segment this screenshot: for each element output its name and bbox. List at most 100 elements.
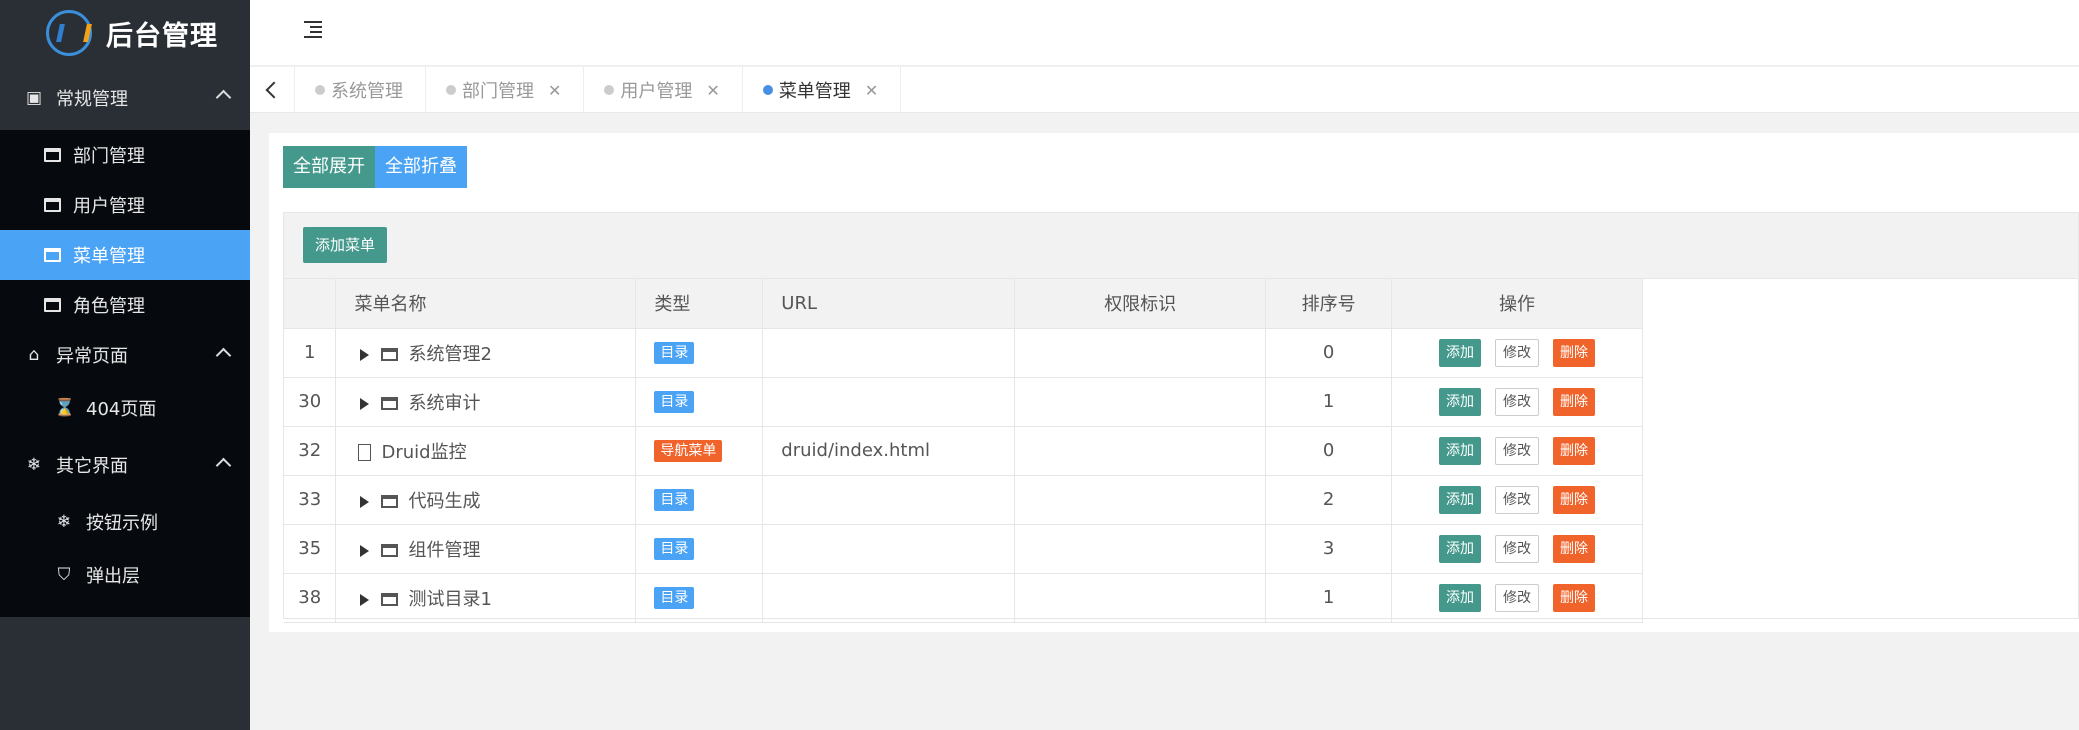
add-menu-button[interactable]: 添加菜单	[303, 227, 388, 263]
expand-arrow-icon[interactable]	[360, 397, 370, 410]
chevron-up-icon	[216, 346, 230, 360]
table-row[interactable]: 30 系统审计 目录 1 添加 修改 删除	[284, 377, 1643, 427]
table-row[interactable]: 1 系统管理2 目录 0 添加 修改 删除	[284, 328, 1643, 378]
menu-tree-table: 菜单名称 类型 URL 权限标识 排序号 操作 1 系统管理2 目录 0 添加 …	[284, 279, 1643, 623]
table-toolbar: 添加菜单	[284, 213, 2078, 279]
menu-table-container: 添加菜单 菜单名称 类型 URL 权限标识 排序号 操作 1 系统管理2 目录	[283, 212, 2079, 623]
expand-arrow-icon[interactable]	[360, 348, 370, 361]
sidebar-item-roles[interactable]: 角色管理	[0, 280, 250, 330]
cell-perm	[1014, 475, 1267, 525]
col-perm: 权限标识	[1014, 279, 1267, 329]
edit-button[interactable]: 修改	[1495, 436, 1540, 465]
cell-type: 目录	[635, 328, 764, 378]
table-row[interactable]: 33 代码生成 目录 2 添加 修改 删除	[284, 475, 1643, 525]
delete-button[interactable]: 删除	[1553, 583, 1596, 612]
window-icon	[44, 148, 61, 162]
tab-dot	[604, 85, 615, 95]
col-sort: 排序号	[1265, 279, 1393, 329]
close-icon[interactable]: ✕	[865, 81, 878, 100]
cell-ops: 添加 修改 删除	[1391, 573, 1643, 623]
tab-scroll-left-icon[interactable]	[250, 67, 295, 113]
cell-perm	[1014, 328, 1267, 378]
edit-button[interactable]: 修改	[1495, 534, 1540, 563]
type-badge: 目录	[654, 391, 695, 413]
sidebar-group-label: 其它界面	[56, 456, 128, 477]
add-button[interactable]: 添加	[1439, 534, 1482, 563]
sidebar-item-label: 按钮示例	[86, 513, 158, 534]
edit-button[interactable]: 修改	[1495, 485, 1540, 514]
sidebar-item-dept[interactable]: 部门管理	[0, 130, 250, 180]
sidebar-item-popup[interactable]: ⛉ 弹出层	[0, 550, 250, 600]
sidebar-group-other[interactable]: ❄ 其它界面	[0, 436, 250, 494]
add-button[interactable]: 添加	[1439, 338, 1482, 367]
cell-url: druid/index.html	[762, 426, 1016, 476]
tab-dept[interactable]: 部门管理 ✕	[426, 67, 585, 113]
type-badge: 导航菜单	[654, 440, 723, 462]
cell-id: 32	[284, 426, 337, 476]
close-icon[interactable]: ✕	[548, 81, 561, 100]
edit-button[interactable]: 修改	[1495, 387, 1540, 416]
snowflake-icon: ❄	[56, 512, 72, 532]
menu-toggle-icon[interactable]	[304, 21, 324, 39]
logo[interactable]: 后台管理	[0, 0, 250, 66]
delete-button[interactable]: 删除	[1553, 387, 1596, 416]
add-button[interactable]: 添加	[1439, 387, 1482, 416]
home-icon: ⌂	[28, 345, 40, 365]
delete-button[interactable]: 删除	[1553, 485, 1596, 514]
cell-name: 组件管理	[335, 524, 637, 574]
tab-system[interactable]: 系统管理	[295, 67, 426, 113]
menu-name: 系统管理2	[408, 343, 492, 365]
cell-sort: 0	[1265, 426, 1393, 476]
sidebar-item-404[interactable]: ⌛ 404页面	[0, 380, 250, 436]
logo-icon	[46, 10, 92, 56]
sidebar-group-label: 常规管理	[56, 89, 128, 110]
window-icon	[381, 397, 399, 410]
chevron-up-icon	[216, 88, 230, 102]
cell-id: 1	[284, 328, 337, 378]
window-icon	[44, 298, 61, 312]
cell-sort: 0	[1265, 328, 1393, 378]
delete-button[interactable]: 删除	[1553, 534, 1596, 563]
table-row[interactable]: 32 Druid监控 导航菜单 druid/index.html 0 添加 修改删…	[284, 426, 1643, 476]
type-badge: 目录	[654, 489, 695, 511]
add-button[interactable]: 添加	[1439, 436, 1482, 465]
close-icon[interactable]: ✕	[706, 81, 719, 100]
cell-url	[762, 328, 1016, 378]
cell-ops: 添加 修改 删除	[1391, 524, 1643, 574]
expand-arrow-icon[interactable]	[360, 495, 370, 508]
tab-users[interactable]: 用户管理 ✕	[584, 67, 743, 113]
sidebar-item-label: 菜单管理	[73, 246, 145, 267]
sidebar-group-general[interactable]: ▣ 常规管理	[0, 66, 250, 130]
cell-sort: 1	[1265, 573, 1393, 623]
expand-all-button[interactable]: 全部展开	[283, 146, 375, 188]
table-row[interactable]: 38 测试目录1 目录 1 添加 修改 删除	[284, 573, 1643, 623]
delete-button[interactable]: 删除	[1553, 436, 1596, 465]
cell-perm	[1014, 524, 1267, 574]
add-button[interactable]: 添加	[1439, 583, 1482, 612]
edit-button[interactable]: 修改	[1495, 583, 1540, 612]
cell-name: 系统审计	[335, 377, 637, 427]
cell-name: 系统管理2	[335, 328, 637, 378]
sidebar-item-buttons[interactable]: ❄ 按钮示例	[0, 494, 250, 550]
add-button[interactable]: 添加	[1439, 485, 1482, 514]
col-name: 菜单名称	[335, 279, 637, 329]
tab-label: 系统管理	[331, 81, 403, 102]
sidebar-item-users[interactable]: 用户管理	[0, 180, 250, 230]
table-row[interactable]: 35 组件管理 目录 3 添加 修改 删除	[284, 524, 1643, 574]
tab-menus[interactable]: 菜单管理 ✕	[743, 67, 902, 113]
window-icon	[381, 544, 399, 557]
collapse-all-button[interactable]: 全部折叠	[375, 146, 467, 188]
sidebar-item-label: 部门管理	[73, 146, 145, 167]
sidebar-item-label: 404页面	[86, 399, 157, 420]
cell-perm	[1014, 377, 1267, 427]
expand-arrow-icon[interactable]	[360, 593, 370, 606]
delete-button[interactable]: 删除	[1553, 338, 1596, 367]
sidebar-item-menus[interactable]: 菜单管理	[0, 230, 250, 280]
expand-arrow-icon[interactable]	[360, 544, 370, 557]
sidebar-group-error[interactable]: ⌂ 异常页面	[0, 330, 250, 380]
edit-button[interactable]: 修改	[1495, 338, 1540, 367]
cell-url	[762, 377, 1016, 427]
tab-label: 用户管理	[620, 81, 693, 102]
tab-label: 部门管理	[462, 81, 534, 102]
cell-id: 30	[284, 377, 337, 427]
